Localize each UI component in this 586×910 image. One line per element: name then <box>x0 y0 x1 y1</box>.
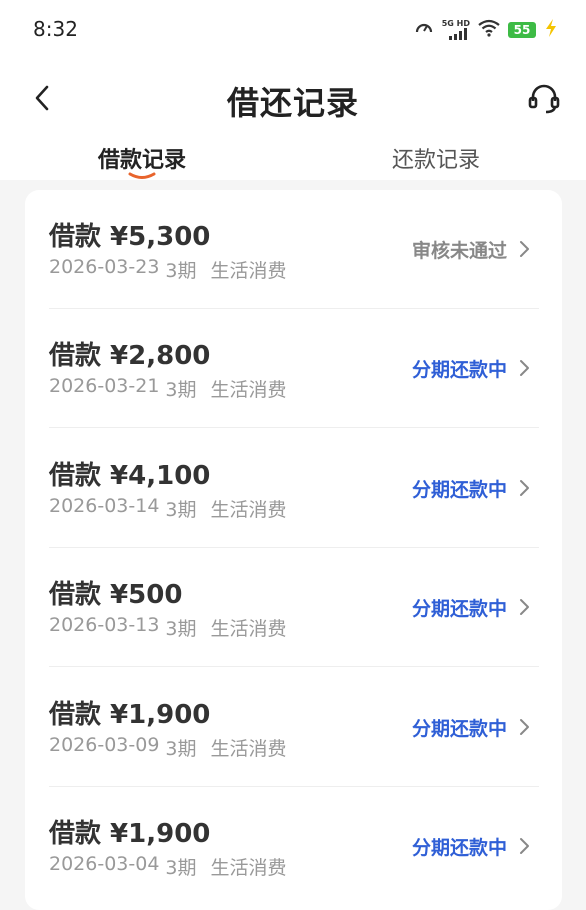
loan-purpose: 生活消费 <box>210 618 287 641</box>
wifi-icon <box>478 19 500 41</box>
loan-date: 2026-03-04 <box>49 853 160 875</box>
loan-status: 分期还款中 <box>411 478 507 501</box>
loan-term: 3期 <box>165 260 197 282</box>
status-icons: 5G HD 55 <box>414 18 558 42</box>
loan-status: 分期还款中 <box>411 359 507 382</box>
records-card: 借款 ¥5,300 2026-03-23 3期 生活消费 审核未通过 借款 ¥2,800 2… <box>25 190 562 910</box>
loan-record-row[interactable]: 借款 ¥1,900 2026-03-09 3期 生活消费 分期还款中 <box>49 668 539 787</box>
loan-status: 分期还款中 <box>411 837 507 859</box>
loan-date: 2026-03-14 <box>49 494 160 517</box>
loan-status: 分期还款中 <box>411 717 507 740</box>
page-title: 借还记录 <box>226 84 359 122</box>
network-label: 5G HD <box>441 19 470 28</box>
loan-purpose: 生活消费 <box>210 857 287 879</box>
chevron-right-icon <box>520 241 529 257</box>
loan-meta: 2026-03-14 3期 生活消费 <box>49 495 287 522</box>
loan-meta: 2026-03-04 3期 生活消费 <box>49 853 287 880</box>
speedometer-icon <box>414 18 434 42</box>
loan-amount: 借款 ¥4,100 <box>49 460 211 491</box>
status-bar: 8:32 5G HD 55 <box>0 0 586 60</box>
status-time: 8:32 <box>33 17 78 41</box>
loan-meta: 2026-03-23 3期 生活消费 <box>49 256 287 283</box>
loan-meta: 2026-03-13 3期 生活消费 <box>49 614 287 641</box>
loan-purpose: 生活消费 <box>210 498 287 521</box>
chevron-right-icon <box>520 599 529 616</box>
loan-term: 3期 <box>165 618 197 641</box>
loan-date: 2026-03-21 <box>49 375 160 398</box>
loan-amount: 借款 ¥1,900 <box>49 699 211 730</box>
loan-record-row[interactable]: 借款 ¥5,300 2026-03-23 3期 生活消费 审核未通过 <box>49 190 539 309</box>
page-header: 借还记录 借款记录 还款记录 <box>0 60 586 180</box>
tab-repay-records[interactable]: 还款记录 <box>392 142 480 174</box>
chevron-right-icon <box>520 479 529 496</box>
loan-purpose: 生活消费 <box>210 379 287 402</box>
loan-meta: 2026-03-09 3期 生活消费 <box>49 734 287 761</box>
loan-purpose: 生活消费 <box>210 260 287 282</box>
chevron-right-icon <box>520 718 529 735</box>
loan-term: 3期 <box>165 737 197 760</box>
loan-term: 3期 <box>165 379 197 402</box>
tab-active-indicator <box>128 172 156 179</box>
loan-record-row[interactable]: 借款 ¥4,100 2026-03-14 3期 生活消费 分期还款中 <box>49 429 539 548</box>
loan-purpose: 生活消费 <box>210 737 287 760</box>
loan-term: 3期 <box>165 498 197 521</box>
record-tabs: 借款记录 还款记录 <box>0 140 586 180</box>
loan-status: 审核未通过 <box>411 240 507 262</box>
battery-level: 55 <box>513 23 531 37</box>
customer-service-button[interactable] <box>524 78 564 118</box>
loan-amount: 借款 ¥1,900 <box>49 819 211 849</box>
chevron-right-icon <box>520 360 529 377</box>
loan-meta: 2026-03-21 3期 生活消费 <box>49 375 287 402</box>
loan-record-row[interactable]: 借款 ¥1,900 2026-03-04 3期 生活消费 分期还款中 <box>49 787 539 906</box>
loan-amount: 借款 ¥5,300 <box>49 222 211 252</box>
chevron-right-icon <box>520 838 529 854</box>
battery-indicator: 55 <box>508 22 536 38</box>
charging-icon <box>544 19 558 41</box>
loan-amount: 借款 ¥2,800 <box>49 341 211 372</box>
loan-date: 2026-03-23 <box>49 256 160 278</box>
signal-icon: 5G HD <box>442 20 470 40</box>
headset-icon <box>528 84 560 114</box>
tab-borrow-records[interactable]: 借款记录 <box>98 142 186 174</box>
loan-term: 3期 <box>165 857 197 879</box>
loan-status: 分期还款中 <box>411 598 507 621</box>
loan-date: 2026-03-09 <box>49 733 160 756</box>
loan-amount: 借款 ¥500 <box>49 580 183 611</box>
loan-date: 2026-03-13 <box>49 614 160 637</box>
loan-record-row[interactable]: 借款 ¥500 2026-03-13 3期 生活消费 分期还款中 <box>49 548 539 668</box>
loan-record-row[interactable]: 借款 ¥2,800 2026-03-21 3期 生活消费 分期还款中 <box>49 309 539 429</box>
